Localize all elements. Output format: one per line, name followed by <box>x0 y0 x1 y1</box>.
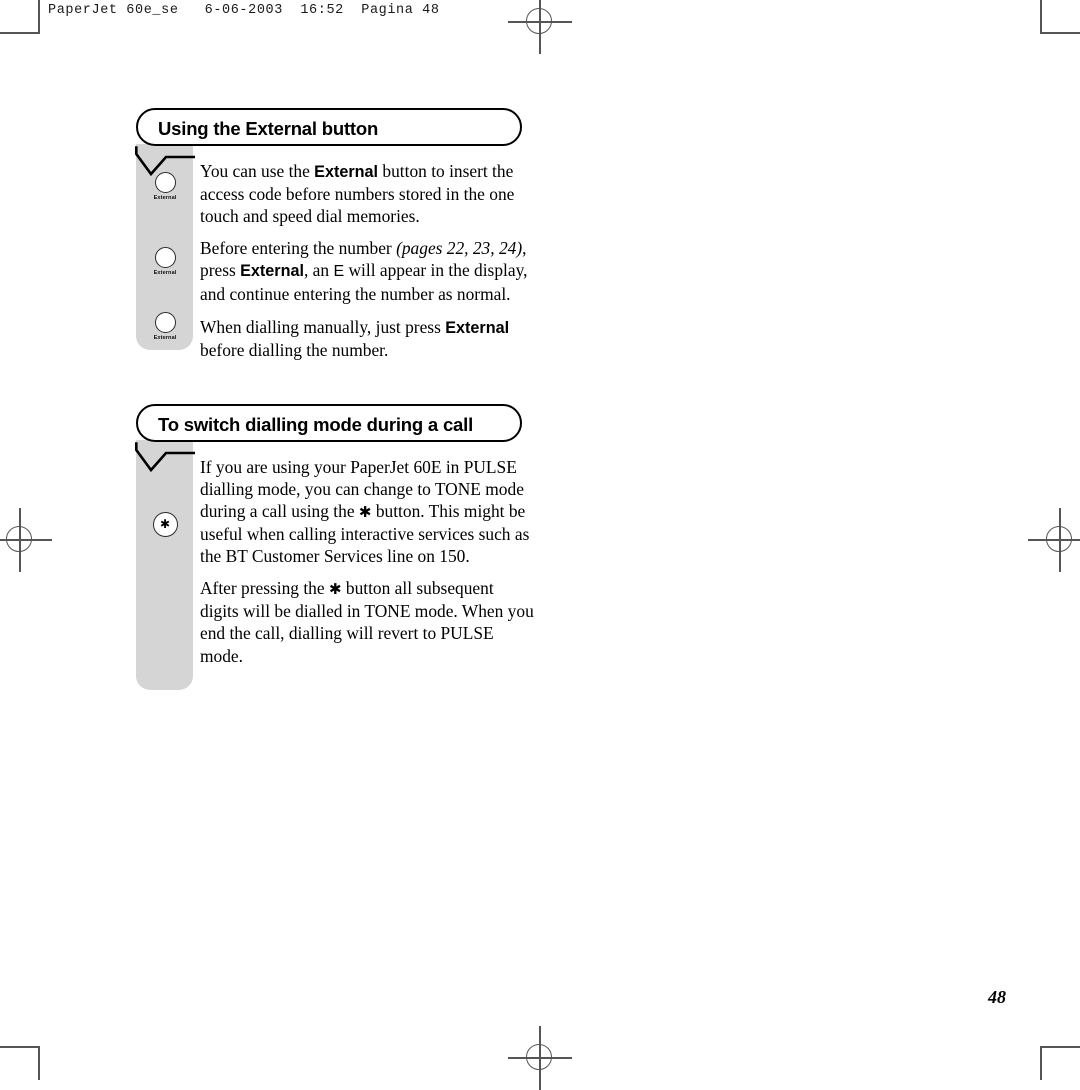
section-heading-text: To switch dialling mode during a call <box>158 413 474 435</box>
text-run: Before entering the number <box>200 238 397 259</box>
star-button-circle-icon: ✱ <box>152 511 178 537</box>
crop-corner-icon <box>1040 0 1080 34</box>
body-paragraph: Before entering the number (pages 22, 23… <box>200 237 536 305</box>
star-button[interactable]: ✱ <box>148 511 182 537</box>
external-button-circle-icon <box>154 312 176 333</box>
page-content: External External External Using the Extern… <box>135 108 536 690</box>
text-run: before dialling the number. <box>200 339 389 360</box>
registration-mark-icon <box>0 508 52 572</box>
registration-mark-icon <box>508 0 572 54</box>
body-paragraph: After pressing the ✱ button all subseque… <box>200 577 536 666</box>
button-label: External <box>153 335 177 341</box>
button-label: External <box>153 195 177 201</box>
emphasis-bold: External <box>445 318 510 337</box>
heading-bubble-frame: To switch dialling mode during a call <box>135 403 522 472</box>
text-run: You can use the <box>200 161 315 181</box>
body-paragraph: If you are using your PaperJet 60E in PU… <box>200 456 536 567</box>
body-paragraph: When dialling manually, just press Exter… <box>200 316 536 361</box>
external-button-circle-icon <box>154 247 176 268</box>
registration-mark-icon <box>1028 508 1080 572</box>
bubble-tail-icon <box>135 441 197 477</box>
display-char: E <box>333 263 345 281</box>
emphasis-italic: (pages 22, 23, 24) <box>396 238 523 259</box>
page-number: 48 <box>988 987 1006 1007</box>
device-strip: ✱ <box>136 439 193 690</box>
bubble-tail-icon <box>135 145 197 181</box>
asterisk-icon: ✱ <box>328 580 342 599</box>
crop-corner-icon <box>0 0 40 34</box>
external-button[interactable]: External <box>148 312 182 341</box>
registration-mark-icon <box>508 1026 572 1090</box>
asterisk-icon: ✱ <box>358 502 372 521</box>
emphasis-bold: External <box>314 163 379 181</box>
section-heading-bubble: Using the External button <box>135 108 536 177</box>
heading-bubble-frame: Using the External button <box>135 108 522 177</box>
asterisk-icon: ✱ <box>159 517 171 532</box>
button-label: External <box>153 270 177 276</box>
external-button[interactable]: External <box>148 247 182 276</box>
text-run: When dialling manually, just press <box>200 316 446 337</box>
section-heading-text: Using the External button <box>158 118 379 139</box>
text-run: , an <box>303 260 334 281</box>
section-body: You can use the External button to inser… <box>200 146 536 361</box>
manual-section: External External External Using the Extern… <box>135 108 536 361</box>
section-heading-bubble: To switch dialling mode during a call <box>135 403 536 472</box>
print-slug-line: PaperJet 60e_se 6-06-2003 16:52 Pagina 4… <box>48 3 440 18</box>
section-body: If you are using your PaperJet 60E in PU… <box>200 442 536 667</box>
crop-corner-icon <box>0 1046 40 1080</box>
emphasis-bold: External <box>240 262 304 281</box>
crop-corner-icon <box>1040 1046 1080 1080</box>
body-paragraph: You can use the External button to inser… <box>200 160 536 227</box>
manual-section: ✱ To switch dialling mode during a call If… <box>135 403 536 690</box>
text-run: After pressing the <box>200 578 329 599</box>
